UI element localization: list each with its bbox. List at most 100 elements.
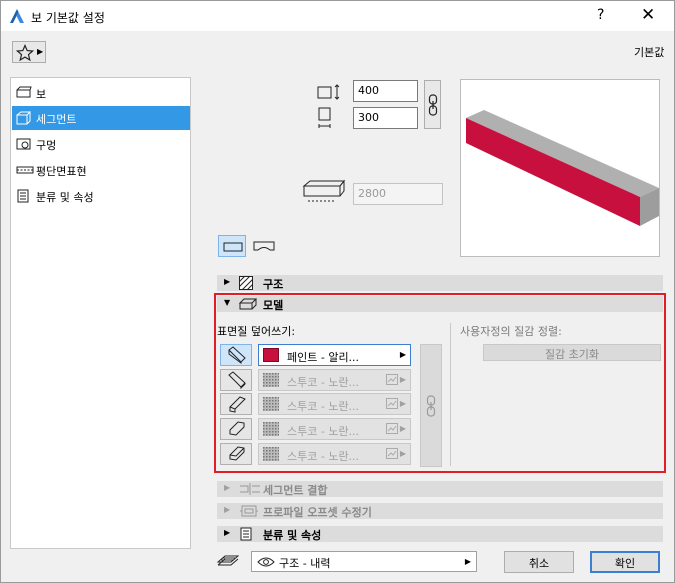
- custom-texture-label: 사용자정의 질감 정렬:: [460, 325, 562, 338]
- chevron-right-icon: ▶: [399, 350, 406, 359]
- beam-preview: [460, 79, 660, 257]
- favorites-button[interactable]: ▶: [12, 41, 46, 63]
- beam-face-end-icon: [229, 446, 245, 461]
- chevron-right-icon: ▶: [399, 449, 406, 458]
- height-icon: [317, 84, 340, 100]
- chevron-right-icon: ▶: [399, 424, 406, 433]
- material-swatch: [263, 348, 279, 362]
- material-field[interactable]: 페인트 - 알리... ▶: [258, 344, 411, 366]
- document-icon: [17, 189, 29, 203]
- layers-icon: [217, 555, 239, 566]
- nav-item-label: 분류 및 속성: [36, 191, 94, 204]
- hatch-icon: [239, 276, 253, 290]
- beam-face-bottom-icon: [229, 421, 245, 436]
- beam-3d-preview: [466, 110, 659, 226]
- title-bar: 보 기본값 설정 ? ✕: [1, 1, 674, 31]
- segment-icon: [16, 111, 32, 125]
- expand-arrow-icon: ▶: [224, 528, 231, 537]
- chevron-right-icon: ▶: [399, 399, 406, 408]
- texture-icon: [386, 374, 398, 385]
- height-input[interactable]: 400: [353, 80, 418, 102]
- profile-offset-icon: [240, 505, 258, 517]
- material-field[interactable]: 스투코 - 노란... ▶: [258, 443, 411, 465]
- nav-item-classification[interactable]: 분류 및 속성: [12, 184, 190, 208]
- width-input[interactable]: 300: [353, 107, 418, 129]
- texture-icon: [386, 398, 398, 409]
- nav-item-hole[interactable]: 구멍: [12, 132, 190, 156]
- face-left-button[interactable]: [220, 344, 252, 366]
- layer-select[interactable]: 구조 - 내력 ▶: [251, 551, 477, 572]
- profile-icon: [253, 241, 275, 251]
- material-swatch: [263, 397, 279, 411]
- section-label: 세그먼트 결합: [263, 484, 328, 497]
- beam-face-top-icon: [229, 396, 246, 413]
- nav-item-label: 보: [36, 88, 47, 101]
- reset-texture-button[interactable]: 질감 초기화: [483, 344, 661, 361]
- nav-item-segment[interactable]: 세그먼트: [12, 106, 190, 130]
- link-dimensions-button[interactable]: [424, 80, 441, 129]
- chain-link-icon: [426, 395, 436, 417]
- surface-override-label: 표면질 덮어쓰기:: [217, 325, 296, 338]
- chevron-right-icon: ▶: [464, 557, 471, 566]
- segment-join-icon: [240, 483, 260, 495]
- material-field[interactable]: 스투코 - 노란... ▶: [258, 369, 411, 391]
- expand-arrow-icon: ▶: [224, 483, 231, 492]
- material-label: 스투코 - 노란...: [287, 450, 360, 463]
- chevron-right-icon: ▶: [399, 375, 406, 384]
- chain-link-icon: [428, 94, 438, 116]
- nav-item-label: 세그먼트: [36, 113, 77, 126]
- expand-arrow-icon: ▶: [224, 505, 231, 514]
- material-label: 스투코 - 노란...: [287, 376, 360, 389]
- window-title: 보 기본값 설정: [31, 11, 105, 25]
- material-label: 스투코 - 노란...: [287, 400, 360, 413]
- star-icon: [16, 44, 34, 62]
- profile-geometry-button[interactable]: [249, 235, 277, 257]
- eye-icon: [257, 557, 275, 567]
- material-label: 스투코 - 노란...: [287, 425, 360, 438]
- chevron-right-icon: ▶: [37, 47, 44, 56]
- length-input[interactable]: 2800: [353, 183, 443, 205]
- cancel-button[interactable]: 취소: [504, 551, 574, 573]
- layer-label: 구조 - 내력: [279, 557, 331, 570]
- nav-item-label: 평단면표현: [36, 165, 87, 178]
- section-segment-join[interactable]: ▶ 세그먼트 결합: [217, 481, 663, 497]
- face-right-button[interactable]: [220, 369, 252, 391]
- section-label: 분류 및 속성: [263, 529, 322, 542]
- section-label: 프로파일 오프셋 수정기: [263, 506, 372, 519]
- section-profile-offset[interactable]: ▶ 프로파일 오프셋 수정기: [217, 503, 663, 519]
- material-swatch: [263, 373, 279, 387]
- link-materials-button[interactable]: [420, 344, 442, 467]
- beam-icon: [16, 86, 32, 98]
- close-button[interactable]: ✕: [641, 5, 655, 25]
- beam-face-left-icon: [228, 346, 246, 364]
- material-field[interactable]: 스투코 - 노란... ▶: [258, 393, 411, 415]
- texture-icon: [386, 423, 398, 434]
- nav-item-beam[interactable]: 보: [12, 81, 190, 105]
- material-field[interactable]: 스투코 - 노란... ▶: [258, 418, 411, 440]
- section-label: 구조: [263, 278, 284, 291]
- floor-plan-icon: [16, 166, 34, 174]
- help-button[interactable]: ?: [597, 7, 604, 23]
- section-classification[interactable]: ▶ 분류 및 속성: [217, 526, 663, 542]
- section-structure[interactable]: ▶ 구조: [217, 275, 663, 291]
- divider: [450, 323, 451, 466]
- width-icon: [318, 107, 331, 128]
- texture-icon: [386, 448, 398, 459]
- face-bottom-button[interactable]: [220, 418, 252, 440]
- rectangular-geometry-button[interactable]: [218, 235, 246, 257]
- face-end-button[interactable]: [220, 443, 252, 465]
- length-icon: [302, 179, 346, 202]
- ok-button[interactable]: 확인: [590, 551, 660, 573]
- beam-face-right-icon: [228, 371, 246, 389]
- nav-item-label: 구멍: [36, 139, 57, 152]
- rectangle-icon: [223, 242, 243, 252]
- default-label: 기본값: [634, 46, 665, 59]
- material-swatch: [263, 447, 279, 461]
- hole-icon: [16, 138, 31, 150]
- nav-item-floor-plan[interactable]: 평단면표현: [12, 158, 190, 182]
- face-top-button[interactable]: [220, 393, 252, 415]
- material-swatch: [263, 422, 279, 436]
- document-icon: [240, 527, 252, 541]
- panel-nav-list: 보 세그먼트 구멍 평단면표현 분류 및 속성: [10, 77, 191, 549]
- expand-arrow-icon: ▶: [224, 277, 231, 286]
